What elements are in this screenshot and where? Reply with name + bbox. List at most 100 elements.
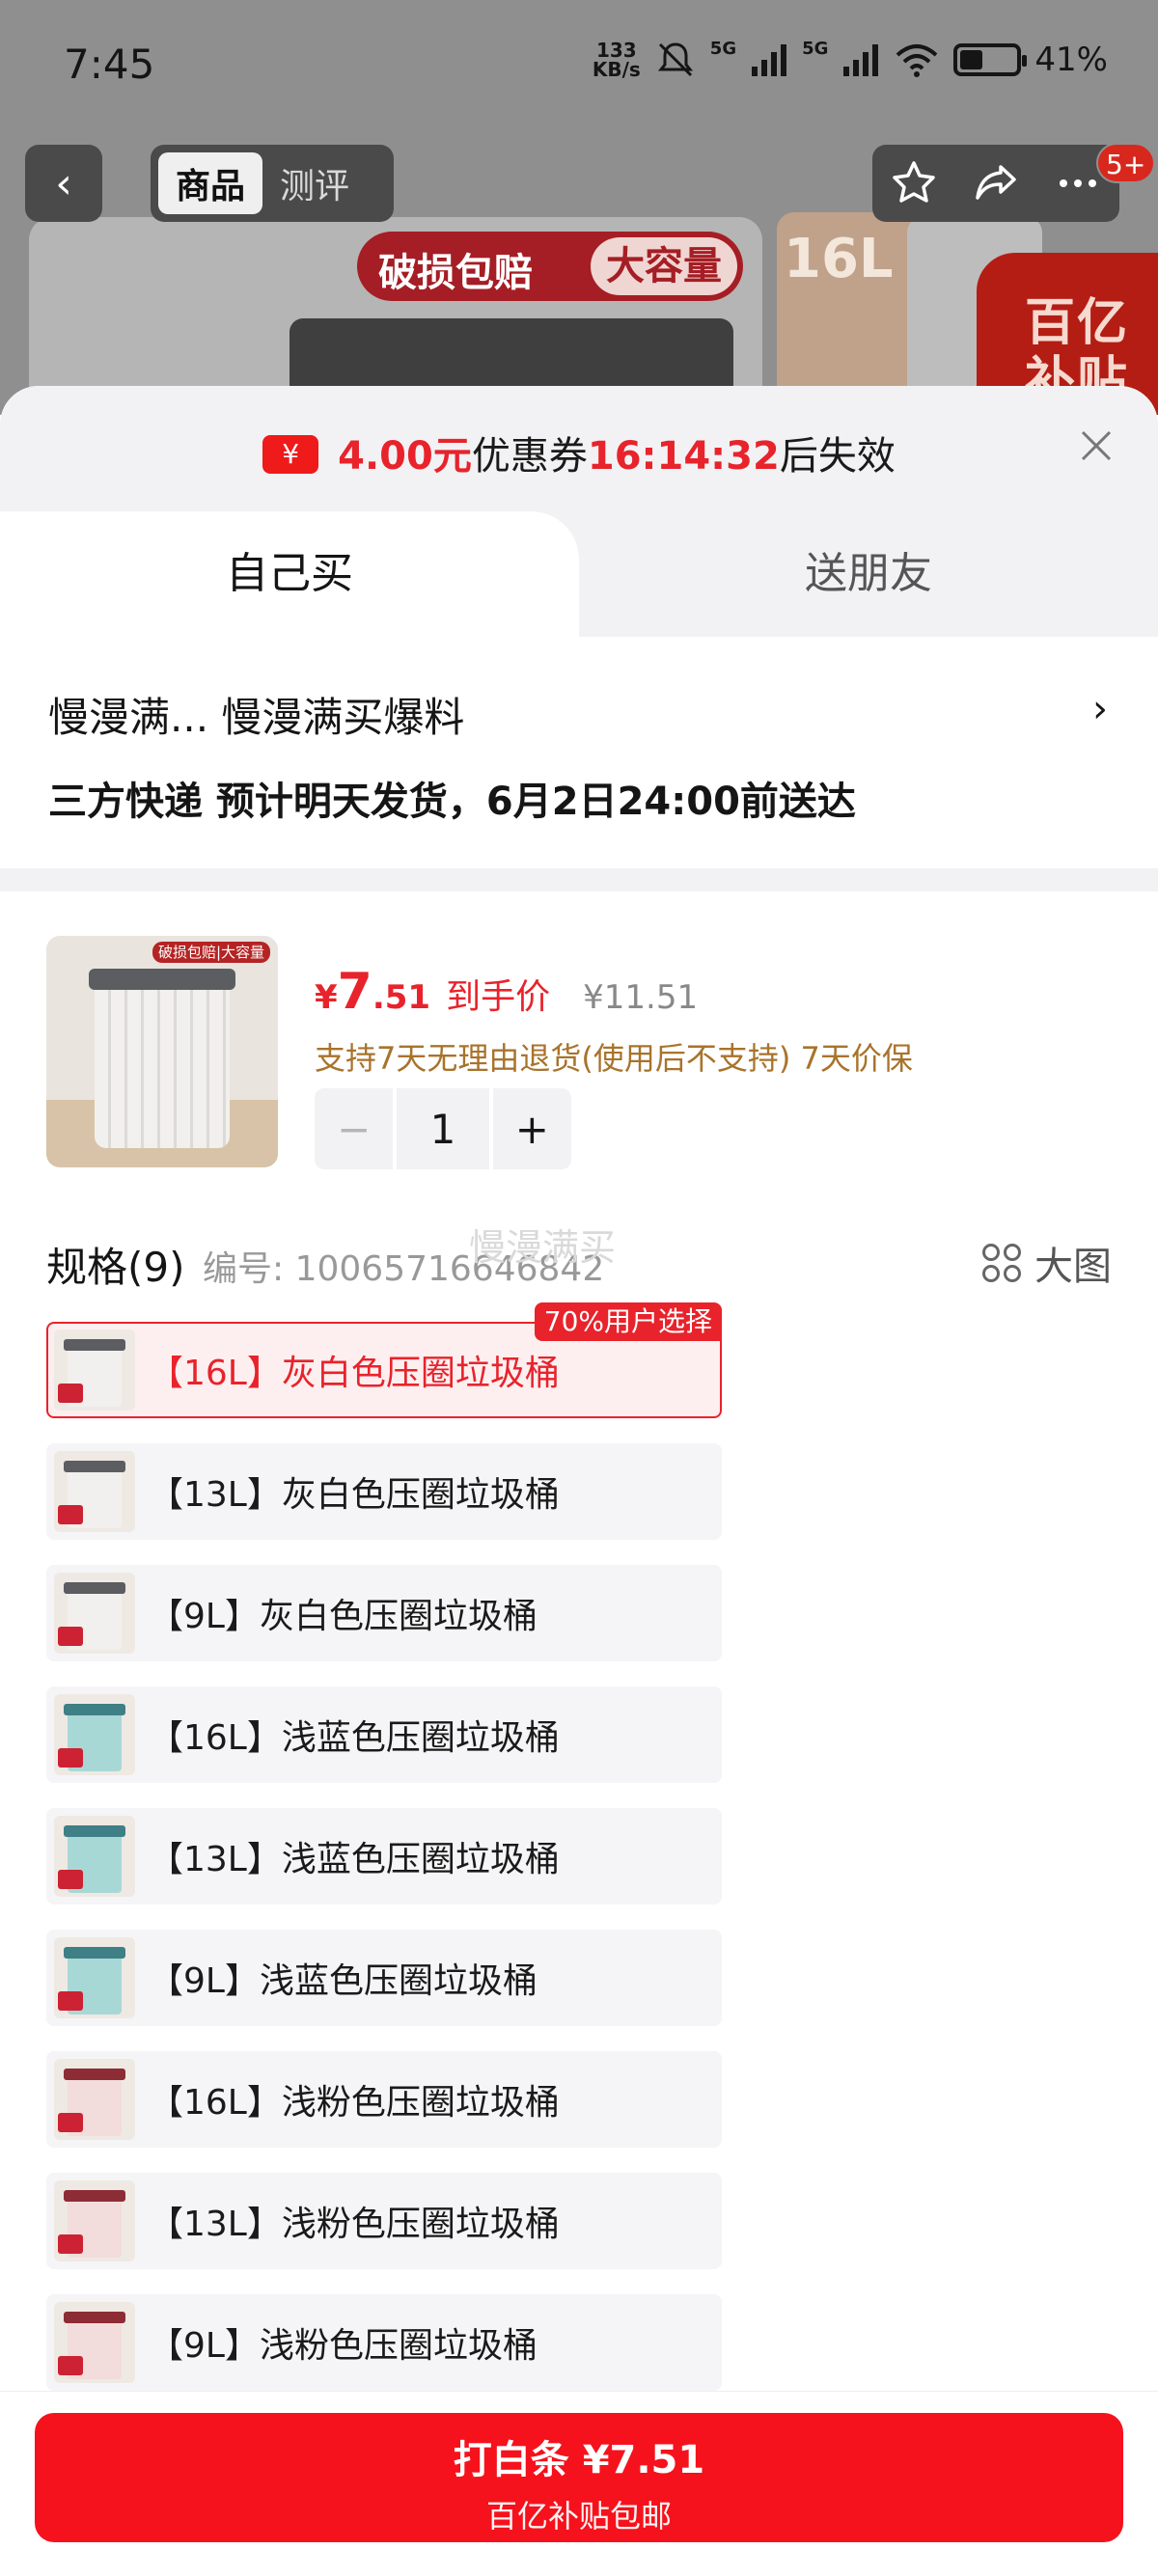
share-icon[interactable] xyxy=(970,157,1022,209)
thumb-tag xyxy=(58,1991,83,2011)
spec-option-thumbnail xyxy=(54,2302,135,2383)
spec-option[interactable]: 【13L】灰白色压圈垃圾桶 xyxy=(46,1443,722,1540)
thumb-bin-lid xyxy=(64,1947,125,1959)
net-speed: 133 KB/s xyxy=(593,41,641,79)
thumb-bin-lid xyxy=(64,1825,125,1837)
signal-5g-label-2: 5G xyxy=(802,39,829,59)
spec-option[interactable]: 【16L】浅蓝色压圈垃圾桶 xyxy=(46,1686,722,1783)
thumb-tag xyxy=(58,1870,83,1889)
spec-option-thumbnail xyxy=(54,2059,135,2140)
spec-option-label: 【9L】浅粉色压圈垃圾桶 xyxy=(149,2326,538,2366)
purchase-mode-tabs: 送朋友 自己买 xyxy=(0,511,1158,637)
signal-bars-icon-2 xyxy=(843,44,879,76)
header-actions xyxy=(872,145,1119,222)
thumb-bin-lid xyxy=(64,1582,125,1594)
price-integer: 7 xyxy=(337,963,372,1021)
spec-title: 规格(9) xyxy=(46,1244,185,1291)
spec-option-label: 【13L】浅蓝色压圈垃圾桶 xyxy=(149,1840,560,1879)
coupon-countdown: 16:14:32 xyxy=(587,434,780,479)
purchase-sheet: ¥4.00元优惠券16:14:32后失效 送朋友 自己买 慢漫满... 慢漫满买… xyxy=(0,386,1158,2576)
capacity-label: 16L xyxy=(784,228,894,290)
grid-view-icon xyxy=(982,1244,1021,1282)
product-thumbnail[interactable]: 破损包赔|大容量 xyxy=(46,936,278,1167)
spec-option[interactable]: 【9L】灰白色压圈垃圾桶 xyxy=(46,1565,722,1661)
spec-option-label: 【13L】灰白色压圈垃圾桶 xyxy=(149,1475,560,1515)
thumb-tag xyxy=(58,2113,83,2132)
star-favorite-icon[interactable] xyxy=(888,157,940,209)
section-divider xyxy=(0,868,1158,891)
buy-button-sub-label: 百亿补贴包邮 xyxy=(485,2498,672,2535)
coupon-text: 优惠券 xyxy=(471,434,588,479)
original-price: ¥11.51 xyxy=(583,978,699,1017)
coupon-expire-text: 后失效 xyxy=(779,434,896,479)
spec-option-thumbnail xyxy=(54,1573,135,1654)
spec-option-thumbnail xyxy=(54,2180,135,2261)
spec-option-label: 【16L】浅粉色压圈垃圾桶 xyxy=(149,2083,560,2123)
spec-option[interactable]: 【13L】浅蓝色压圈垃圾桶 xyxy=(46,1808,722,1905)
chevron-right-icon[interactable]: › xyxy=(1092,687,1108,731)
wifi-icon xyxy=(896,44,938,77)
thumb-tag xyxy=(58,1505,83,1524)
spec-option-thumbnail xyxy=(54,1451,135,1532)
back-button[interactable]: ‹ xyxy=(25,145,102,222)
net-speed-value: 133 xyxy=(595,39,637,62)
battery-icon xyxy=(953,43,1028,76)
buy-now-button[interactable]: 打白条 ¥7.51 百亿补贴包邮 xyxy=(35,2413,1123,2542)
close-icon[interactable] xyxy=(1077,426,1116,465)
address-line[interactable]: 慢漫满... 慢漫满买爆料 xyxy=(48,685,464,744)
spec-options: 【16L】灰白色压圈垃圾桶 70%用户选择【13L】灰白色压圈垃圾桶 【9L】灰白色… xyxy=(46,1302,722,2416)
price-label: 到手价 xyxy=(446,977,551,1017)
spec-option-thumbnail xyxy=(54,1816,135,1897)
price-symbol: ¥ xyxy=(315,978,338,1017)
tab-buy-self[interactable]: 自己买 xyxy=(0,511,579,637)
thumb-tag: 破损包赔|大容量 xyxy=(152,942,271,963)
spec-option-label: 【16L】浅蓝色压圈垃圾桶 xyxy=(149,1718,560,1758)
signal-5g-label: 5G xyxy=(709,39,737,59)
damage-guarantee-banner: 破损包赔 大容量 xyxy=(357,232,743,301)
mute-bell-icon xyxy=(657,42,693,77)
thumb-bin-lid xyxy=(64,2190,125,2202)
decrease-button[interactable]: − xyxy=(315,1088,394,1169)
spec-option-label: 【9L】灰白色压圈垃圾桶 xyxy=(149,1597,538,1636)
banner-highlight: 大容量 xyxy=(591,237,737,295)
spec-option-thumbnail xyxy=(54,1694,135,1775)
battery-percent: 41% xyxy=(1034,41,1108,79)
spec-option[interactable]: 【13L】浅粉色压圈垃圾桶 xyxy=(46,2173,722,2269)
service-guarantee: 支持7天无理由退货(使用后不支持) 7天价保 xyxy=(315,1040,913,1077)
status-time: 7:45 xyxy=(64,41,155,88)
battery-fill xyxy=(960,50,983,69)
status-icons: 133 KB/s 5G 5G 41% xyxy=(593,39,1108,81)
thumb-bin-lid xyxy=(64,1339,125,1351)
price-row: ¥7.51 到手价 ¥11.51 xyxy=(315,963,698,1021)
popular-choice-badge: 70%用户选择 xyxy=(534,1302,722,1341)
status-bar: 7:45 133 KB/s 5G 5G 41% xyxy=(0,0,1158,135)
thumb-bin-lid xyxy=(64,1704,125,1715)
thumb-tag xyxy=(58,2356,83,2375)
net-speed-unit: KB/s xyxy=(592,58,641,81)
spec-option-label: 【16L】灰白色压圈垃圾桶 xyxy=(149,1354,560,1393)
bin-lid-graphic xyxy=(290,318,733,386)
spec-option[interactable]: 【9L】浅蓝色压圈垃圾桶 xyxy=(46,1930,722,2026)
watermark: 慢漫满买 xyxy=(469,1226,617,1269)
increase-button[interactable]: + xyxy=(492,1088,572,1169)
back-arrow-icon: ‹ xyxy=(55,158,72,208)
tab-product[interactable]: 商品 xyxy=(158,152,263,214)
spec-option[interactable]: 【16L】灰白色压圈垃圾桶 70%用户选择 xyxy=(46,1302,722,1418)
tab-gift-friend[interactable]: 送朋友 xyxy=(579,511,1158,637)
big-view-toggle[interactable]: 大图 xyxy=(982,1235,1112,1291)
page-tabs: 商品 测评 xyxy=(151,145,394,222)
thumb-tag xyxy=(58,1748,83,1768)
quantity-stepper: − 1 + xyxy=(315,1088,572,1169)
thumb-bin-lid xyxy=(64,2069,125,2080)
spec-option-label: 【9L】浅蓝色压圈垃圾桶 xyxy=(149,1961,538,2001)
final-price: ¥7.51 xyxy=(315,963,430,1021)
message-count-badge: 5+ xyxy=(1096,143,1156,183)
coupon-amount: 4.00元 xyxy=(338,434,472,479)
coupon-yen-icon: ¥ xyxy=(262,435,319,474)
banner-text: 破损包赔 xyxy=(378,251,533,295)
quantity-value[interactable]: 1 xyxy=(397,1088,489,1169)
spec-option[interactable]: 【16L】浅粉色压圈垃圾桶 xyxy=(46,2051,722,2148)
price-decimal: .51 xyxy=(372,978,431,1017)
spec-option[interactable]: 【9L】浅粉色压圈垃圾桶 xyxy=(46,2294,722,2391)
tab-review[interactable]: 测评 xyxy=(262,152,367,214)
